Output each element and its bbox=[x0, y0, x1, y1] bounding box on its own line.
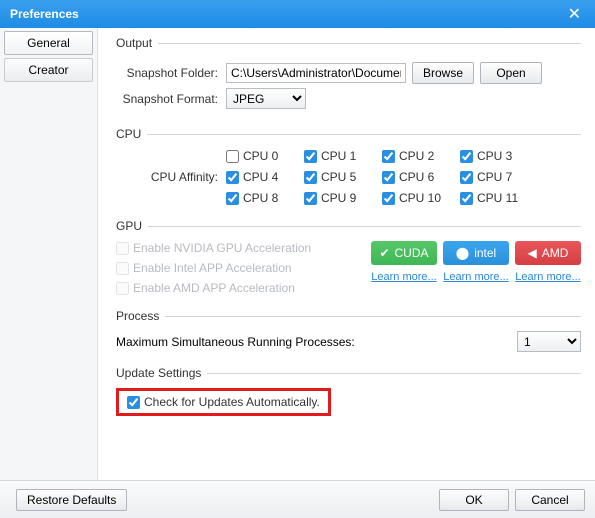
learn-more-intel[interactable]: Learn more... bbox=[443, 271, 509, 283]
snapshot-format-select[interactable]: JPEG bbox=[226, 88, 306, 109]
output-legend: Output bbox=[116, 36, 158, 50]
snapshot-folder-input[interactable] bbox=[226, 63, 406, 83]
update-legend: Update Settings bbox=[116, 366, 207, 380]
window-title: Preferences bbox=[10, 7, 79, 21]
cpu0-checkbox[interactable]: CPU 0 bbox=[226, 149, 300, 163]
update-group: Update Settings Check for Updates Automa… bbox=[116, 366, 581, 416]
cuda-button[interactable]: ✔CUDA bbox=[371, 241, 437, 265]
cpu-group: CPU CPU 0 CPU 1 CPU 2 CPU 3 CPU Affinity… bbox=[116, 127, 581, 205]
learn-more-cuda[interactable]: Learn more... bbox=[371, 271, 437, 283]
open-button[interactable]: Open bbox=[480, 62, 542, 84]
cpu7-checkbox[interactable]: CPU 7 bbox=[460, 167, 534, 187]
cpu3-checkbox[interactable]: CPU 3 bbox=[460, 149, 534, 163]
snapshot-folder-label: Snapshot Folder: bbox=[116, 66, 226, 80]
close-icon[interactable]: ✕ bbox=[564, 4, 585, 24]
tab-creator[interactable]: Creator bbox=[4, 58, 93, 82]
cpu6-checkbox[interactable]: CPU 6 bbox=[382, 167, 456, 187]
update-highlight: Check for Updates Automatically. bbox=[116, 388, 331, 416]
output-group: Output Snapshot Folder: Browse Open Snap… bbox=[116, 36, 581, 113]
cpu2-checkbox[interactable]: CPU 2 bbox=[382, 149, 456, 163]
amd-icon: ◀ bbox=[528, 246, 537, 260]
titlebar: Preferences ✕ bbox=[0, 0, 595, 28]
max-processes-select[interactable]: 1 bbox=[517, 331, 581, 352]
restore-defaults-button[interactable]: Restore Defaults bbox=[16, 489, 127, 511]
cpu11-checkbox[interactable]: CPU 11 bbox=[460, 191, 534, 205]
content-pane: Output Snapshot Folder: Browse Open Snap… bbox=[98, 28, 595, 480]
cpu9-checkbox[interactable]: CPU 9 bbox=[304, 191, 378, 205]
intel-checkbox[interactable]: Enable Intel APP Acceleration bbox=[116, 261, 371, 275]
ok-button[interactable]: OK bbox=[439, 489, 509, 511]
check-icon: ✔ bbox=[379, 246, 389, 260]
snapshot-format-label: Snapshot Format: bbox=[116, 92, 226, 106]
process-legend: Process bbox=[116, 309, 165, 323]
amd-button[interactable]: ◀AMD bbox=[515, 241, 581, 265]
cpu4-checkbox[interactable]: CPU 4 bbox=[226, 167, 300, 187]
cancel-button[interactable]: Cancel bbox=[515, 489, 585, 511]
max-processes-label: Maximum Simultaneous Running Processes: bbox=[116, 335, 517, 349]
learn-more-amd[interactable]: Learn more... bbox=[515, 271, 581, 283]
intel-icon: ⬤ bbox=[456, 246, 469, 260]
cpu-affinity-label: CPU Affinity: bbox=[116, 167, 226, 187]
amd-checkbox[interactable]: Enable AMD APP Acceleration bbox=[116, 281, 371, 295]
process-group: Process Maximum Simultaneous Running Pro… bbox=[116, 309, 581, 352]
cpu8-checkbox[interactable]: CPU 8 bbox=[226, 191, 300, 205]
cpu1-checkbox[interactable]: CPU 1 bbox=[304, 149, 378, 163]
cpu-legend: CPU bbox=[116, 127, 147, 141]
intel-button[interactable]: ⬤intel bbox=[443, 241, 509, 265]
tab-label: Creator bbox=[28, 63, 68, 77]
nvidia-checkbox[interactable]: Enable NVIDIA GPU Acceleration bbox=[116, 241, 371, 255]
cpu5-checkbox[interactable]: CPU 5 bbox=[304, 167, 378, 187]
footer: Restore Defaults OK Cancel bbox=[0, 480, 595, 518]
gpu-legend: GPU bbox=[116, 219, 148, 233]
cpu10-checkbox[interactable]: CPU 10 bbox=[382, 191, 456, 205]
gpu-group: GPU Enable NVIDIA GPU Acceleration Enabl… bbox=[116, 219, 581, 295]
check-updates-checkbox[interactable]: Check for Updates Automatically. bbox=[127, 395, 320, 409]
sidebar: General Creator bbox=[0, 28, 98, 480]
browse-button[interactable]: Browse bbox=[412, 62, 474, 84]
tab-general[interactable]: General bbox=[4, 31, 93, 55]
tab-label: General bbox=[27, 36, 70, 50]
